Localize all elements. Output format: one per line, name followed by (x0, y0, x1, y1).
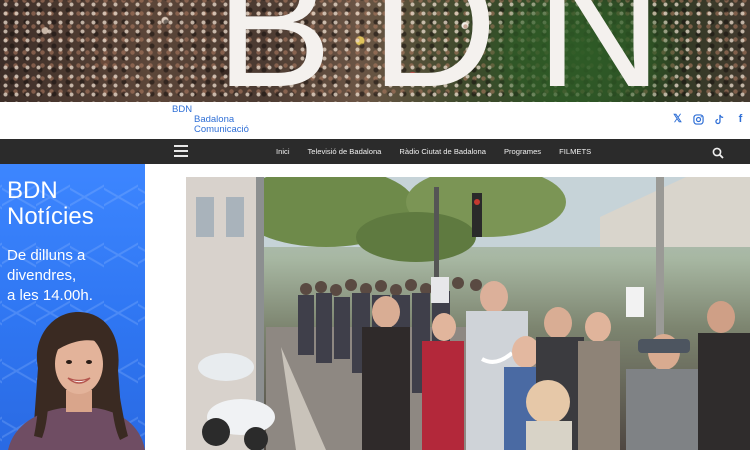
presenter-photo (8, 312, 145, 450)
hamburger-menu-icon[interactable] (174, 145, 188, 157)
ad-title: BDN Notícies (7, 178, 94, 230)
site-logo[interactable]: BDN Badalona Comunicació (172, 105, 262, 135)
crowd-street-scene (186, 177, 750, 450)
ad-title-line1: BDN (7, 177, 58, 204)
ad-title-line2: Notícies (7, 203, 94, 230)
social-links: 𝕏 f (672, 114, 746, 125)
nav-item-filmets[interactable]: FILMETS (559, 147, 591, 156)
nav-item-televisio[interactable]: Televisió de Badalona (308, 147, 382, 156)
logo-line-comunicacio: Comunicació (194, 124, 249, 135)
main-news-photo[interactable] (186, 177, 750, 450)
ad-schedule-line3: a les 14.00h. (7, 287, 93, 304)
x-icon[interactable]: 𝕏 (672, 114, 683, 125)
nav-item-inici[interactable]: Inici (276, 147, 290, 156)
tiktok-icon[interactable] (714, 114, 725, 125)
nav-item-programes[interactable]: Programes (504, 147, 541, 156)
main-navbar: Inici Televisió de Badalona Ràdio Ciutat… (0, 139, 750, 164)
hero-banner: BDN (0, 0, 750, 102)
ad-schedule-line1: De dilluns a (7, 247, 86, 264)
nav-menu: Inici Televisió de Badalona Ràdio Ciutat… (276, 139, 609, 164)
facebook-icon[interactable]: f (735, 114, 746, 125)
hero-bdn-letters: BDN (215, 0, 701, 102)
nav-item-radio[interactable]: Ràdio Ciutat de Badalona (399, 147, 486, 156)
search-icon[interactable] (712, 146, 724, 159)
instagram-icon[interactable] (693, 114, 704, 125)
bdn-noticies-ad[interactable]: BDN Notícies De dilluns a divendres, a l… (0, 164, 145, 450)
logo-strip: BDN Badalona Comunicació 𝕏 f (0, 102, 750, 139)
ad-schedule-line2: divendres, (7, 267, 77, 284)
ad-schedule: De dilluns a divendres, a les 14.00h. (7, 246, 93, 306)
